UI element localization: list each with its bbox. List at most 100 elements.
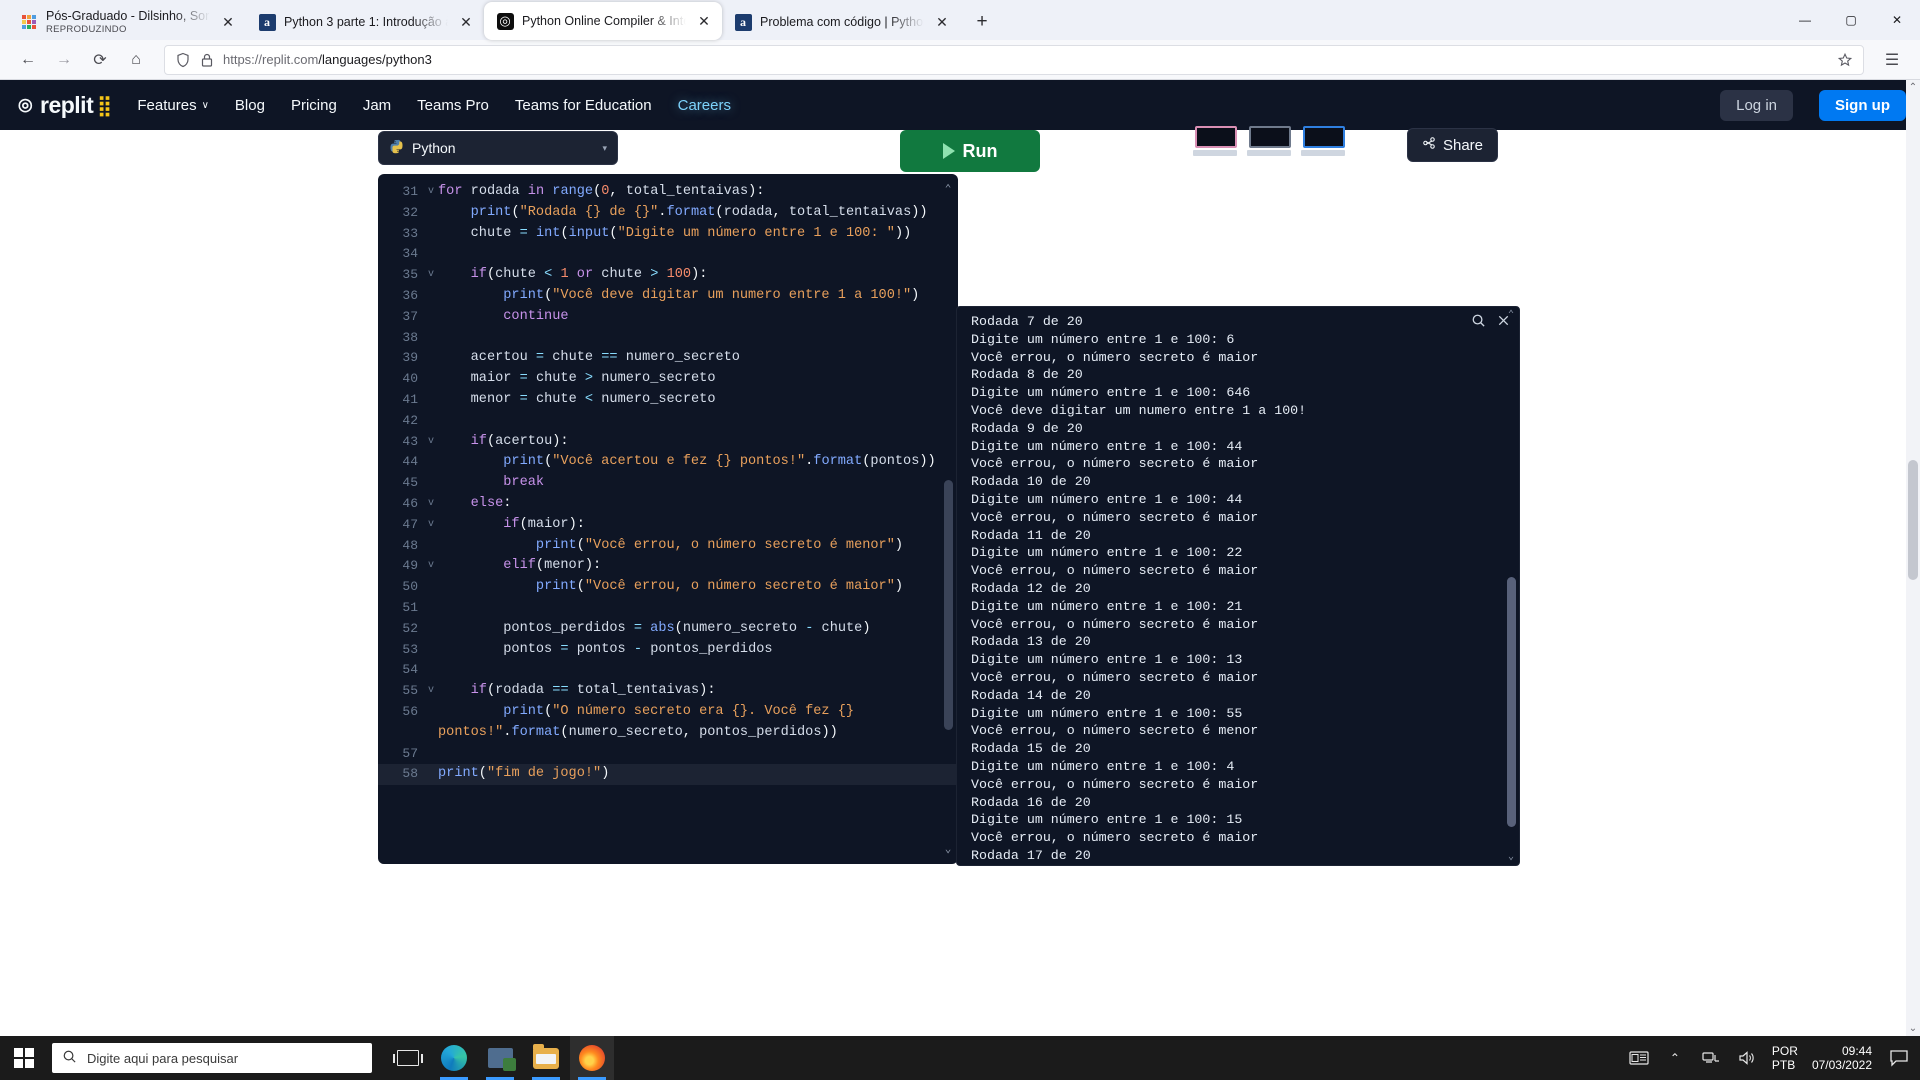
task-view-icon[interactable] xyxy=(386,1036,430,1080)
code-line[interactable]: 43 v if(acertou): xyxy=(378,432,958,453)
notifications-icon[interactable] xyxy=(1886,1045,1912,1071)
nav-item-careers[interactable]: Careers xyxy=(678,97,731,114)
code-line[interactable]: 44 print("Você acertou e fez {} pontos!"… xyxy=(378,452,958,473)
run-button[interactable]: Run xyxy=(900,130,1040,172)
file-explorer-icon[interactable] xyxy=(524,1036,568,1080)
input-language-indicator[interactable]: POR PTB xyxy=(1772,1044,1798,1072)
scroll-up-arrow-icon[interactable]: ⌃ xyxy=(940,180,956,198)
console-scrollbar[interactable]: ⌃ ⌄ xyxy=(1504,307,1518,865)
browser-menu-button[interactable]: ☰ xyxy=(1876,44,1908,76)
language-select[interactable]: Python ▾ xyxy=(378,131,618,165)
page-scroll-up-icon[interactable]: ⌃ xyxy=(1907,82,1919,93)
code-text[interactable]: chute = int(input("Digite um número entr… xyxy=(438,224,958,245)
code-line[interactable]: 38 xyxy=(378,328,958,349)
code-line[interactable]: 36 print("Você deve digitar um numero en… xyxy=(378,286,958,307)
network-icon[interactable] xyxy=(1700,1047,1722,1069)
lock-icon[interactable] xyxy=(199,52,215,68)
code-line[interactable]: 41 menor = chute < numero_secreto xyxy=(378,390,958,411)
code-text[interactable]: else: xyxy=(438,494,958,515)
code-text[interactable]: if(acertou): xyxy=(438,432,958,453)
code-line[interactable]: 33 chute = int(input("Digite um número e… xyxy=(378,224,958,245)
code-text[interactable] xyxy=(438,244,958,265)
code-text[interactable] xyxy=(438,328,958,349)
code-fold-toggle[interactable]: v xyxy=(424,265,438,286)
code-line[interactable]: 37 continue xyxy=(378,307,958,328)
code-line[interactable]: 45 break xyxy=(378,473,958,494)
code-text[interactable]: print("Rodada {} de {}".format(rodada, t… xyxy=(438,203,958,224)
forward-button[interactable]: → xyxy=(48,44,80,76)
code-fold-toggle[interactable]: v xyxy=(424,556,438,577)
home-button[interactable]: ⌂ xyxy=(120,44,152,76)
browser-tab-3-active[interactable]: ◎ Python Online Compiler & Inter ✕ xyxy=(484,2,722,40)
code-text[interactable]: if(chute < 1 or chute > 100): xyxy=(438,265,958,286)
code-text[interactable]: if(maior): xyxy=(438,515,958,536)
volume-icon[interactable] xyxy=(1736,1047,1758,1069)
editor-scrollbar[interactable]: ⌃ ⌄ xyxy=(940,180,956,858)
code-text[interactable]: pontos = pontos - pontos_perdidos xyxy=(438,640,958,661)
code-line[interactable]: 51 xyxy=(378,598,958,619)
code-line[interactable]: 34 xyxy=(378,244,958,265)
new-tab-button[interactable]: + xyxy=(966,6,998,38)
nav-item-jam[interactable]: Jam xyxy=(363,97,391,114)
browser-tab-1[interactable]: Pós-Graduado - Dilsinho, Sorriso... REPR… xyxy=(8,4,246,40)
code-text[interactable] xyxy=(438,660,958,681)
remote-desktop-icon[interactable] xyxy=(478,1036,522,1080)
nav-item-pricing[interactable]: Pricing xyxy=(291,97,337,114)
device-tablet-icon[interactable] xyxy=(1247,126,1291,156)
minimize-button[interactable]: — xyxy=(1782,0,1828,40)
code-line[interactable]: 39 acertou = chute == numero_secreto xyxy=(378,348,958,369)
code-line[interactable]: 58 print("fim de jogo!") xyxy=(378,764,958,786)
scroll-down-arrow-icon[interactable]: ⌄ xyxy=(1504,849,1518,865)
code-text[interactable]: print("O número secreto era {}. Você fez… xyxy=(438,702,958,744)
code-text[interactable]: acertou = chute == numero_secreto xyxy=(438,348,958,369)
search-icon[interactable] xyxy=(1471,313,1486,333)
code-lines[interactable]: 31 v for rodada in range(0, total_tentaiva… xyxy=(378,174,958,786)
nav-item-teams-pro[interactable]: Teams Pro xyxy=(417,97,489,114)
code-fold-toggle[interactable]: v xyxy=(424,182,438,203)
code-line[interactable]: 53 pontos = pontos - pontos_perdidos xyxy=(378,640,958,661)
code-line[interactable]: 46 v else: xyxy=(378,494,958,515)
code-line[interactable]: 56 print("O número secreto era {}. Você … xyxy=(378,702,958,744)
browser-tab-2[interactable]: a Python 3 parte 1: Introdução à n ✕ xyxy=(246,4,484,40)
nav-item-features[interactable]: Features ∨ xyxy=(137,97,209,114)
code-text[interactable]: pontos_perdidos = abs(numero_secreto - c… xyxy=(438,619,958,640)
code-line[interactable]: 57 xyxy=(378,744,958,765)
device-desktop-icon[interactable] xyxy=(1301,126,1345,156)
code-line[interactable]: 42 xyxy=(378,411,958,432)
code-text[interactable]: continue xyxy=(438,307,958,328)
code-text[interactable]: if(rodada == total_tentaivas): xyxy=(438,681,958,702)
nav-item-teams-for-education[interactable]: Teams for Education xyxy=(515,97,652,114)
clock[interactable]: 09:44 07/03/2022 xyxy=(1812,1044,1872,1072)
news-and-interests-icon[interactable] xyxy=(1628,1047,1650,1069)
code-text[interactable]: for rodada in range(0, total_tentaivas): xyxy=(438,182,958,203)
code-editor[interactable]: 31 v for rodada in range(0, total_tentaiva… xyxy=(378,174,958,864)
code-text[interactable] xyxy=(438,744,958,765)
code-line[interactable]: 54 xyxy=(378,660,958,681)
taskbar-search-input[interactable]: Digite aqui para pesquisar xyxy=(52,1043,372,1073)
close-window-button[interactable]: ✕ xyxy=(1874,0,1920,40)
page-scroll-thumb[interactable] xyxy=(1908,460,1918,580)
code-line[interactable]: 35 v if(chute < 1 or chute > 100): xyxy=(378,265,958,286)
code-text[interactable]: elif(menor): xyxy=(438,556,958,577)
close-icon[interactable]: ✕ xyxy=(456,12,476,32)
code-text[interactable]: maior = chute > numero_secreto xyxy=(438,369,958,390)
address-bar[interactable]: https://replit.com/languages/python3 xyxy=(164,44,1864,75)
code-text[interactable] xyxy=(438,598,958,619)
code-fold-toggle[interactable]: v xyxy=(424,494,438,515)
code-line[interactable]: 50 print("Você errou, o número secreto é… xyxy=(378,577,958,598)
browser-tab-4[interactable]: a Problema com código | Python ✕ xyxy=(722,4,960,40)
back-button[interactable]: ← xyxy=(12,44,44,76)
code-line[interactable]: 48 print("Você errou, o número secreto é… xyxy=(378,536,958,557)
maximize-button[interactable]: ▢ xyxy=(1828,0,1874,40)
nav-item-blog[interactable]: Blog xyxy=(235,97,265,114)
console-scroll-thumb[interactable] xyxy=(1507,577,1516,827)
reload-button[interactable]: ⟳ xyxy=(84,44,116,76)
signup-button[interactable]: Sign up xyxy=(1819,89,1906,121)
code-line[interactable]: 32 print("Rodada {} de {}".format(rodada… xyxy=(378,203,958,224)
close-icon[interactable]: ✕ xyxy=(218,12,238,32)
code-fold-toggle[interactable]: v xyxy=(424,681,438,702)
code-text[interactable]: print("fim de jogo!") xyxy=(438,764,958,785)
show-hidden-icons-icon[interactable]: ⌃ xyxy=(1664,1047,1686,1069)
code-text[interactable]: print("Você deve digitar um numero entre… xyxy=(438,286,958,307)
login-button[interactable]: Log in xyxy=(1720,89,1793,121)
